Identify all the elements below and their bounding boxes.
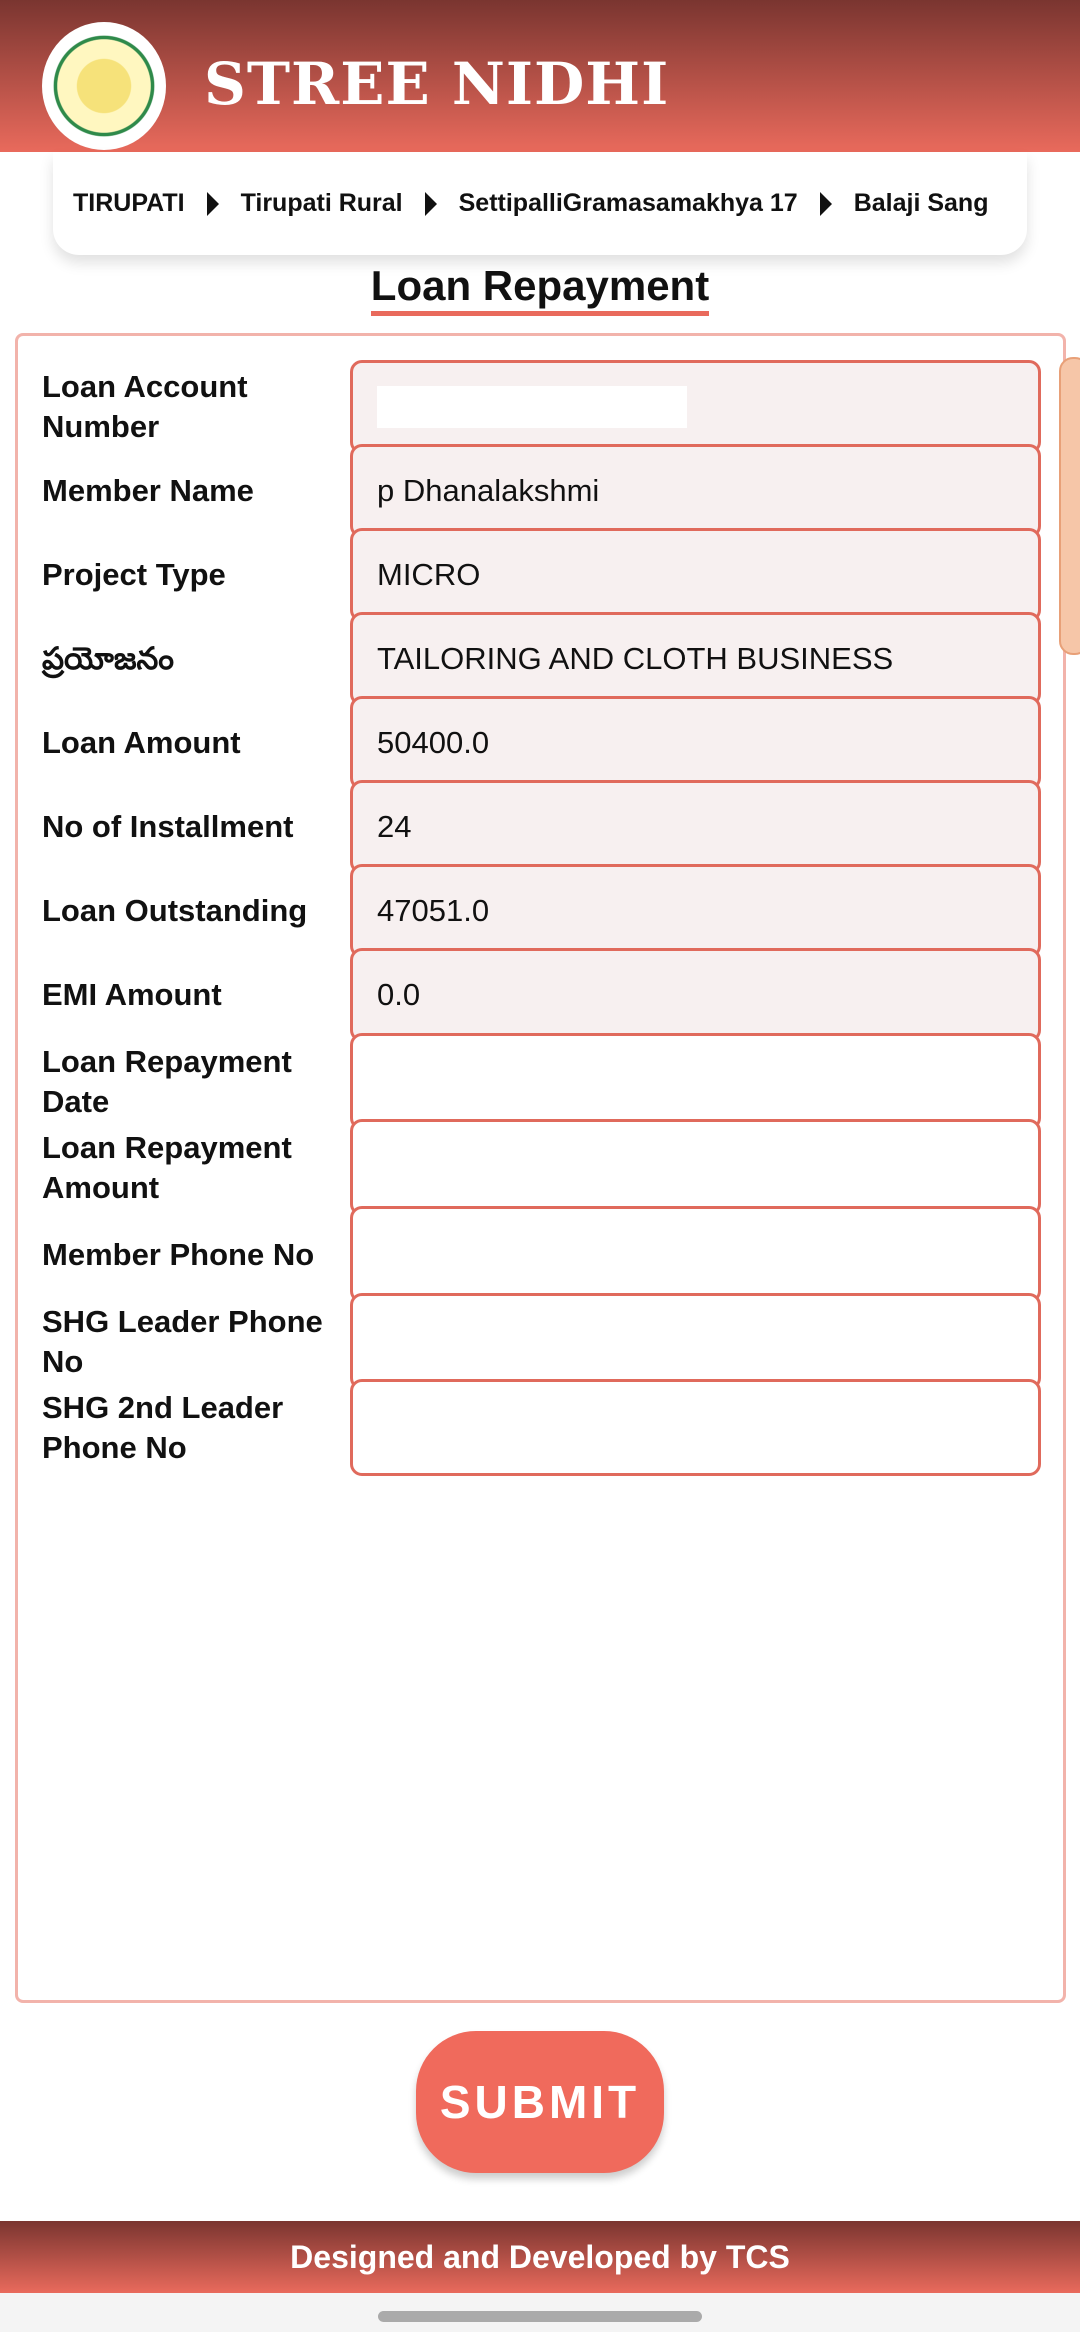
field-label: EMI Amount: [42, 977, 222, 1012]
app-title: STREE NIDHI: [204, 50, 670, 118]
form-row: Loan Repayment Date: [18, 1033, 1063, 1130]
form-row: Member Name p Dhanalakshmi: [18, 444, 1063, 538]
field-value: p Dhanalakshmi: [377, 473, 600, 508]
field-label: Loan Repayment Date: [42, 1043, 292, 1119]
field-input[interactable]: p Dhanalakshmi: [350, 444, 1041, 538]
loan-repayment-form: Loan Account Number Member Name p Dhanalak…: [15, 333, 1066, 2003]
breadcrumb-item[interactable]: Balaji Sang: [854, 189, 989, 218]
breadcrumb: TIRUPATI Tirupati Rural SettipalliGramasam…: [53, 152, 1027, 255]
chevron-right-icon: [206, 191, 219, 216]
field-input[interactable]: 50400.0: [350, 696, 1041, 790]
form-row: SHG 2nd Leader Phone No: [18, 1379, 1063, 1476]
form-row: Loan Repayment Amount: [18, 1119, 1063, 1216]
chevron-right-icon: [424, 191, 437, 216]
system-nav-bar: [0, 2293, 1080, 2332]
form-row: Loan Outstanding 47051.0: [18, 864, 1063, 958]
field-label: Loan Amount: [42, 725, 241, 760]
submit-button[interactable]: SUBMIT: [416, 2031, 664, 2173]
field-value: MICRO: [377, 557, 481, 592]
field-input[interactable]: [350, 1033, 1041, 1130]
footer: Designed and Developed by TCS: [0, 2221, 1080, 2293]
field-label: Loan Account Number: [42, 369, 248, 444]
breadcrumb-item[interactable]: SettipalliGramasamakhya 17: [459, 189, 798, 218]
breadcrumb-item[interactable]: TIRUPATI: [73, 189, 185, 218]
form-row: Project Type MICRO: [18, 528, 1063, 622]
field-input[interactable]: TAILORING AND CLOTH BUSINESS: [350, 612, 1041, 706]
field-value: TAILORING AND CLOTH BUSINESS: [377, 641, 894, 676]
field-input[interactable]: [350, 1119, 1041, 1216]
field-input[interactable]: [350, 1293, 1041, 1390]
field-label: ప్రయోజనం: [42, 641, 174, 676]
field-input[interactable]: [350, 360, 1041, 454]
field-value: 24: [377, 809, 412, 844]
field-input[interactable]: [350, 1379, 1041, 1476]
form-row: EMI Amount 0.0: [18, 948, 1063, 1042]
form-row: SHG Leader Phone No: [18, 1293, 1063, 1390]
field-label: Member Name: [42, 473, 254, 508]
field-input[interactable]: [350, 1206, 1041, 1303]
form-row: Member Phone No: [18, 1206, 1063, 1303]
field-label: Member Phone No: [42, 1236, 315, 1272]
redacted-value: [377, 386, 687, 428]
field-value: 47051.0: [377, 893, 490, 928]
form-row: Loan Account Number: [18, 360, 1063, 454]
field-label: Loan Repayment Amount: [42, 1129, 292, 1205]
field-label: SHG 2nd Leader Phone No: [42, 1389, 284, 1465]
home-gesture-handle[interactable]: [378, 2311, 702, 2322]
form-row: No of Installment 24: [18, 780, 1063, 874]
field-value: 50400.0: [377, 725, 490, 760]
field-label: Project Type: [42, 557, 226, 592]
field-label: No of Installment: [42, 809, 294, 844]
field-label: SHG Leader Phone No: [42, 1303, 323, 1379]
field-value: 0.0: [377, 977, 421, 1012]
field-input[interactable]: MICRO: [350, 528, 1041, 622]
field-input[interactable]: 0.0: [350, 948, 1041, 1042]
app-header: STREE NIDHI: [0, 0, 1080, 152]
scrollbar[interactable]: [1059, 357, 1080, 655]
chevron-right-icon: [819, 191, 832, 216]
emblem-logo: [42, 22, 166, 150]
field-input[interactable]: 47051.0: [350, 864, 1041, 958]
form-row: ప్రయోజనం TAILORING AND CLOTH BUSINESS: [18, 612, 1063, 706]
page-title: Loan Repayment: [0, 262, 1080, 316]
field-input[interactable]: 24: [350, 780, 1041, 874]
field-label: Loan Outstanding: [42, 893, 308, 928]
form-row: Loan Amount 50400.0: [18, 696, 1063, 790]
breadcrumb-item[interactable]: Tirupati Rural: [241, 189, 403, 218]
